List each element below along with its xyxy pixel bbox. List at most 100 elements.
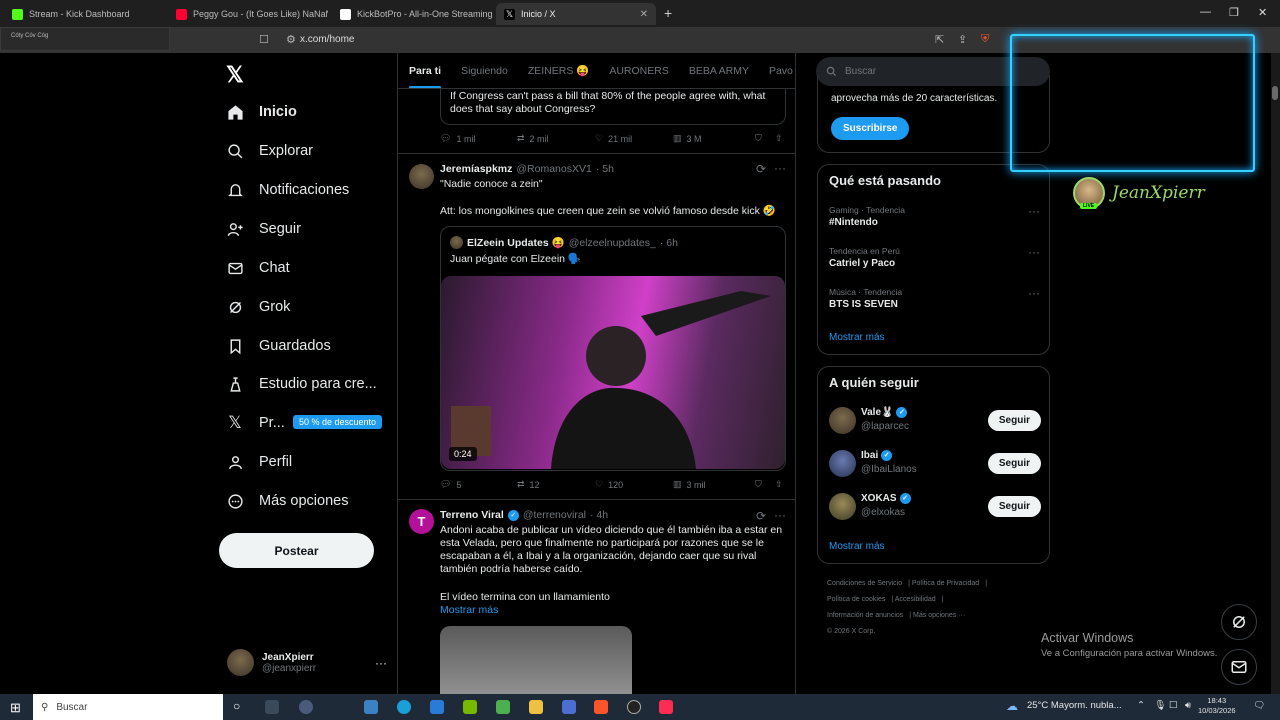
follow-button[interactable]: Seguir — [987, 453, 1041, 474]
messages-fab[interactable] — [1221, 649, 1257, 685]
url-field[interactable]: x.com/home — [300, 34, 354, 45]
trend-item[interactable]: Catriel y Paco — [829, 258, 895, 269]
x-logo-icon[interactable]: 𝕏 — [226, 62, 244, 88]
share-icon[interactable]: ⇧ — [775, 479, 783, 490]
obs-icon[interactable] — [627, 700, 641, 714]
tab-following[interactable]: Siguiendo — [461, 65, 508, 77]
tab-kickbotpro[interactable]: KickBotPro - All-in-One Streaming To... — [332, 3, 492, 25]
bookmark-icon[interactable]: ⛉ — [755, 133, 775, 144]
tab-auroners[interactable]: AURONERS — [609, 65, 669, 77]
tab-x-home[interactable]: 𝕏 Inicio / X ✕ — [496, 3, 656, 25]
show-more-link[interactable]: Mostrar más — [829, 332, 885, 343]
task-view-icon[interactable] — [265, 700, 279, 714]
subscribe-button[interactable]: Suscribirse — [831, 117, 910, 140]
bookmark-page-icon[interactable]: ☐ — [259, 33, 269, 46]
scrollbar-thumb[interactable] — [1272, 86, 1278, 100]
trend-item[interactable]: #Nintendo — [829, 217, 878, 228]
author-name[interactable]: Terreno Viral — [440, 509, 504, 521]
nav-grok[interactable]: Grok — [226, 295, 290, 319]
author-handle[interactable]: @terrenoviral — [523, 509, 586, 521]
network-icon[interactable]: ☐ — [1169, 700, 1178, 711]
weather-text[interactable]: 25°C Mayorm. nubla... — [1027, 700, 1122, 711]
nav-bookmarks[interactable]: Guardados — [226, 334, 331, 358]
tiktok-icon[interactable] — [659, 700, 673, 714]
tab-kick-dashboard[interactable]: Stream - Kick Dashboard — [4, 3, 164, 25]
nav-premium[interactable]: 𝕏 Pr... — [226, 411, 285, 435]
more-icon[interactable]: ··· — [1028, 204, 1040, 218]
like-button[interactable]: ♡ 21 mil — [595, 133, 673, 144]
volume-icon[interactable]: 🔊︎ — [1185, 700, 1191, 711]
minimize-icon[interactable]: — — [1200, 6, 1211, 18]
nav-chat[interactable]: Chat — [226, 256, 290, 280]
tab-zeiners[interactable]: ZEINERS 😝 — [528, 64, 590, 77]
reply-button[interactable]: 💬︎ 1 mil — [440, 133, 517, 144]
more-icon[interactable]: ··· — [1028, 286, 1040, 300]
site-info-icon[interactable]: ⚙ — [286, 33, 296, 46]
reply-button[interactable]: 💬︎ 5 — [440, 479, 517, 490]
notifications-icon[interactable]: 🗨︎ — [1253, 700, 1265, 711]
nav-home[interactable]: Inicio — [226, 100, 297, 124]
brave-shield-icon[interactable]: ⛨ — [981, 33, 989, 46]
mail-app-icon[interactable] — [430, 700, 444, 714]
system-clock[interactable]: 18:43 10/03/2026 — [1198, 696, 1236, 716]
author-name[interactable]: Jeremíaspkmz — [440, 163, 512, 175]
post-time[interactable]: · 4h — [590, 509, 608, 521]
app-icon[interactable] — [562, 700, 576, 714]
close-window-icon[interactable]: ✕ — [1258, 6, 1267, 19]
bookmark-icon[interactable]: ⛉ — [755, 479, 775, 490]
share-icon[interactable]: ⇧ — [775, 133, 783, 144]
close-tab-icon[interactable]: ✕ — [640, 9, 648, 20]
post-time[interactable]: · 5h — [596, 163, 614, 175]
avatar[interactable] — [409, 164, 434, 189]
scrollbar[interactable] — [1271, 53, 1280, 694]
new-tab-icon[interactable]: + — [664, 5, 672, 21]
tab-for-you[interactable]: Para ti — [409, 65, 442, 88]
nav-notifications[interactable]: Notificaciones — [226, 178, 349, 202]
nvidia-icon[interactable] — [463, 700, 477, 714]
grok-post-icon[interactable]: ⟳ — [756, 509, 766, 523]
nav-follow[interactable]: Seguir — [226, 217, 301, 241]
follow-suggestion[interactable]: XOKAS ✓ @elxokas Seguir — [829, 493, 1041, 523]
tray-chevron-icon[interactable]: ⌃ — [1137, 700, 1145, 711]
tab-pavo[interactable]: Pavo Ra — [769, 65, 795, 77]
premium-discount-badge[interactable]: 50 % de descuento — [293, 415, 383, 429]
app-icon[interactable] — [299, 700, 313, 714]
author-handle[interactable]: @RomanosXV1 — [516, 163, 591, 175]
follow-button[interactable]: Seguir — [987, 410, 1041, 431]
account-more-icon[interactable]: ··· — [375, 656, 387, 670]
show-more-link[interactable]: Mostrar más — [829, 541, 885, 552]
views-button[interactable]: ▥ 3 mil — [673, 479, 755, 490]
brave-icon[interactable] — [594, 700, 608, 714]
views-button[interactable]: ▥ 3 M — [673, 133, 755, 144]
follow-suggestion[interactable]: Vale🐰 ✓ @laparcec Seguir — [829, 407, 1041, 437]
nav-profile[interactable]: Perfil — [226, 450, 292, 474]
grok-post-icon[interactable]: ⟳ — [756, 162, 766, 176]
file-explorer-icon[interactable] — [529, 700, 543, 714]
windows-start-icon[interactable]: ⊞ — [10, 700, 21, 716]
store-icon[interactable] — [364, 700, 378, 714]
more-icon[interactable]: ··· — [774, 161, 786, 175]
share-icon[interactable]: ⇪ — [958, 33, 967, 46]
account-switcher[interactable]: JeanXpierr @jeanxpierr ··· — [227, 649, 387, 676]
mic-icon[interactable]: 🎙︎ — [1154, 700, 1166, 711]
open-external-icon[interactable]: ⇱ — [935, 33, 944, 46]
tab-beba-army[interactable]: BEBA ARMY — [689, 65, 749, 77]
avatar[interactable]: T — [409, 509, 434, 534]
grok-fab[interactable] — [1221, 604, 1257, 640]
taskbar-search[interactable]: ⚲ Buscar — [33, 694, 223, 720]
tab-youtube[interactable]: Peggy Gou - (It Goes Like) NaNaNa (... — [168, 3, 328, 25]
nav-creator-studio[interactable]: Estudio para cre... — [226, 372, 377, 396]
trend-item[interactable]: BTS IS SEVEN — [829, 299, 898, 310]
like-button[interactable]: ♡ 120 — [595, 479, 673, 490]
repost-button[interactable]: ⇄ 12 — [517, 479, 595, 490]
edge-icon[interactable] — [397, 700, 411, 714]
nav-more-options[interactable]: Más opciones — [226, 489, 348, 513]
follow-button[interactable]: Seguir — [987, 496, 1041, 517]
restore-icon[interactable]: ❐ — [1229, 6, 1239, 19]
cortana-icon[interactable]: ○ — [233, 699, 240, 713]
video-player[interactable]: 0:24 — [441, 276, 785, 469]
nav-explore[interactable]: Explorar — [226, 139, 313, 163]
more-icon[interactable]: ··· — [1028, 245, 1040, 259]
show-more-link[interactable]: Mostrar más — [440, 604, 498, 617]
post-image[interactable] — [440, 626, 632, 694]
